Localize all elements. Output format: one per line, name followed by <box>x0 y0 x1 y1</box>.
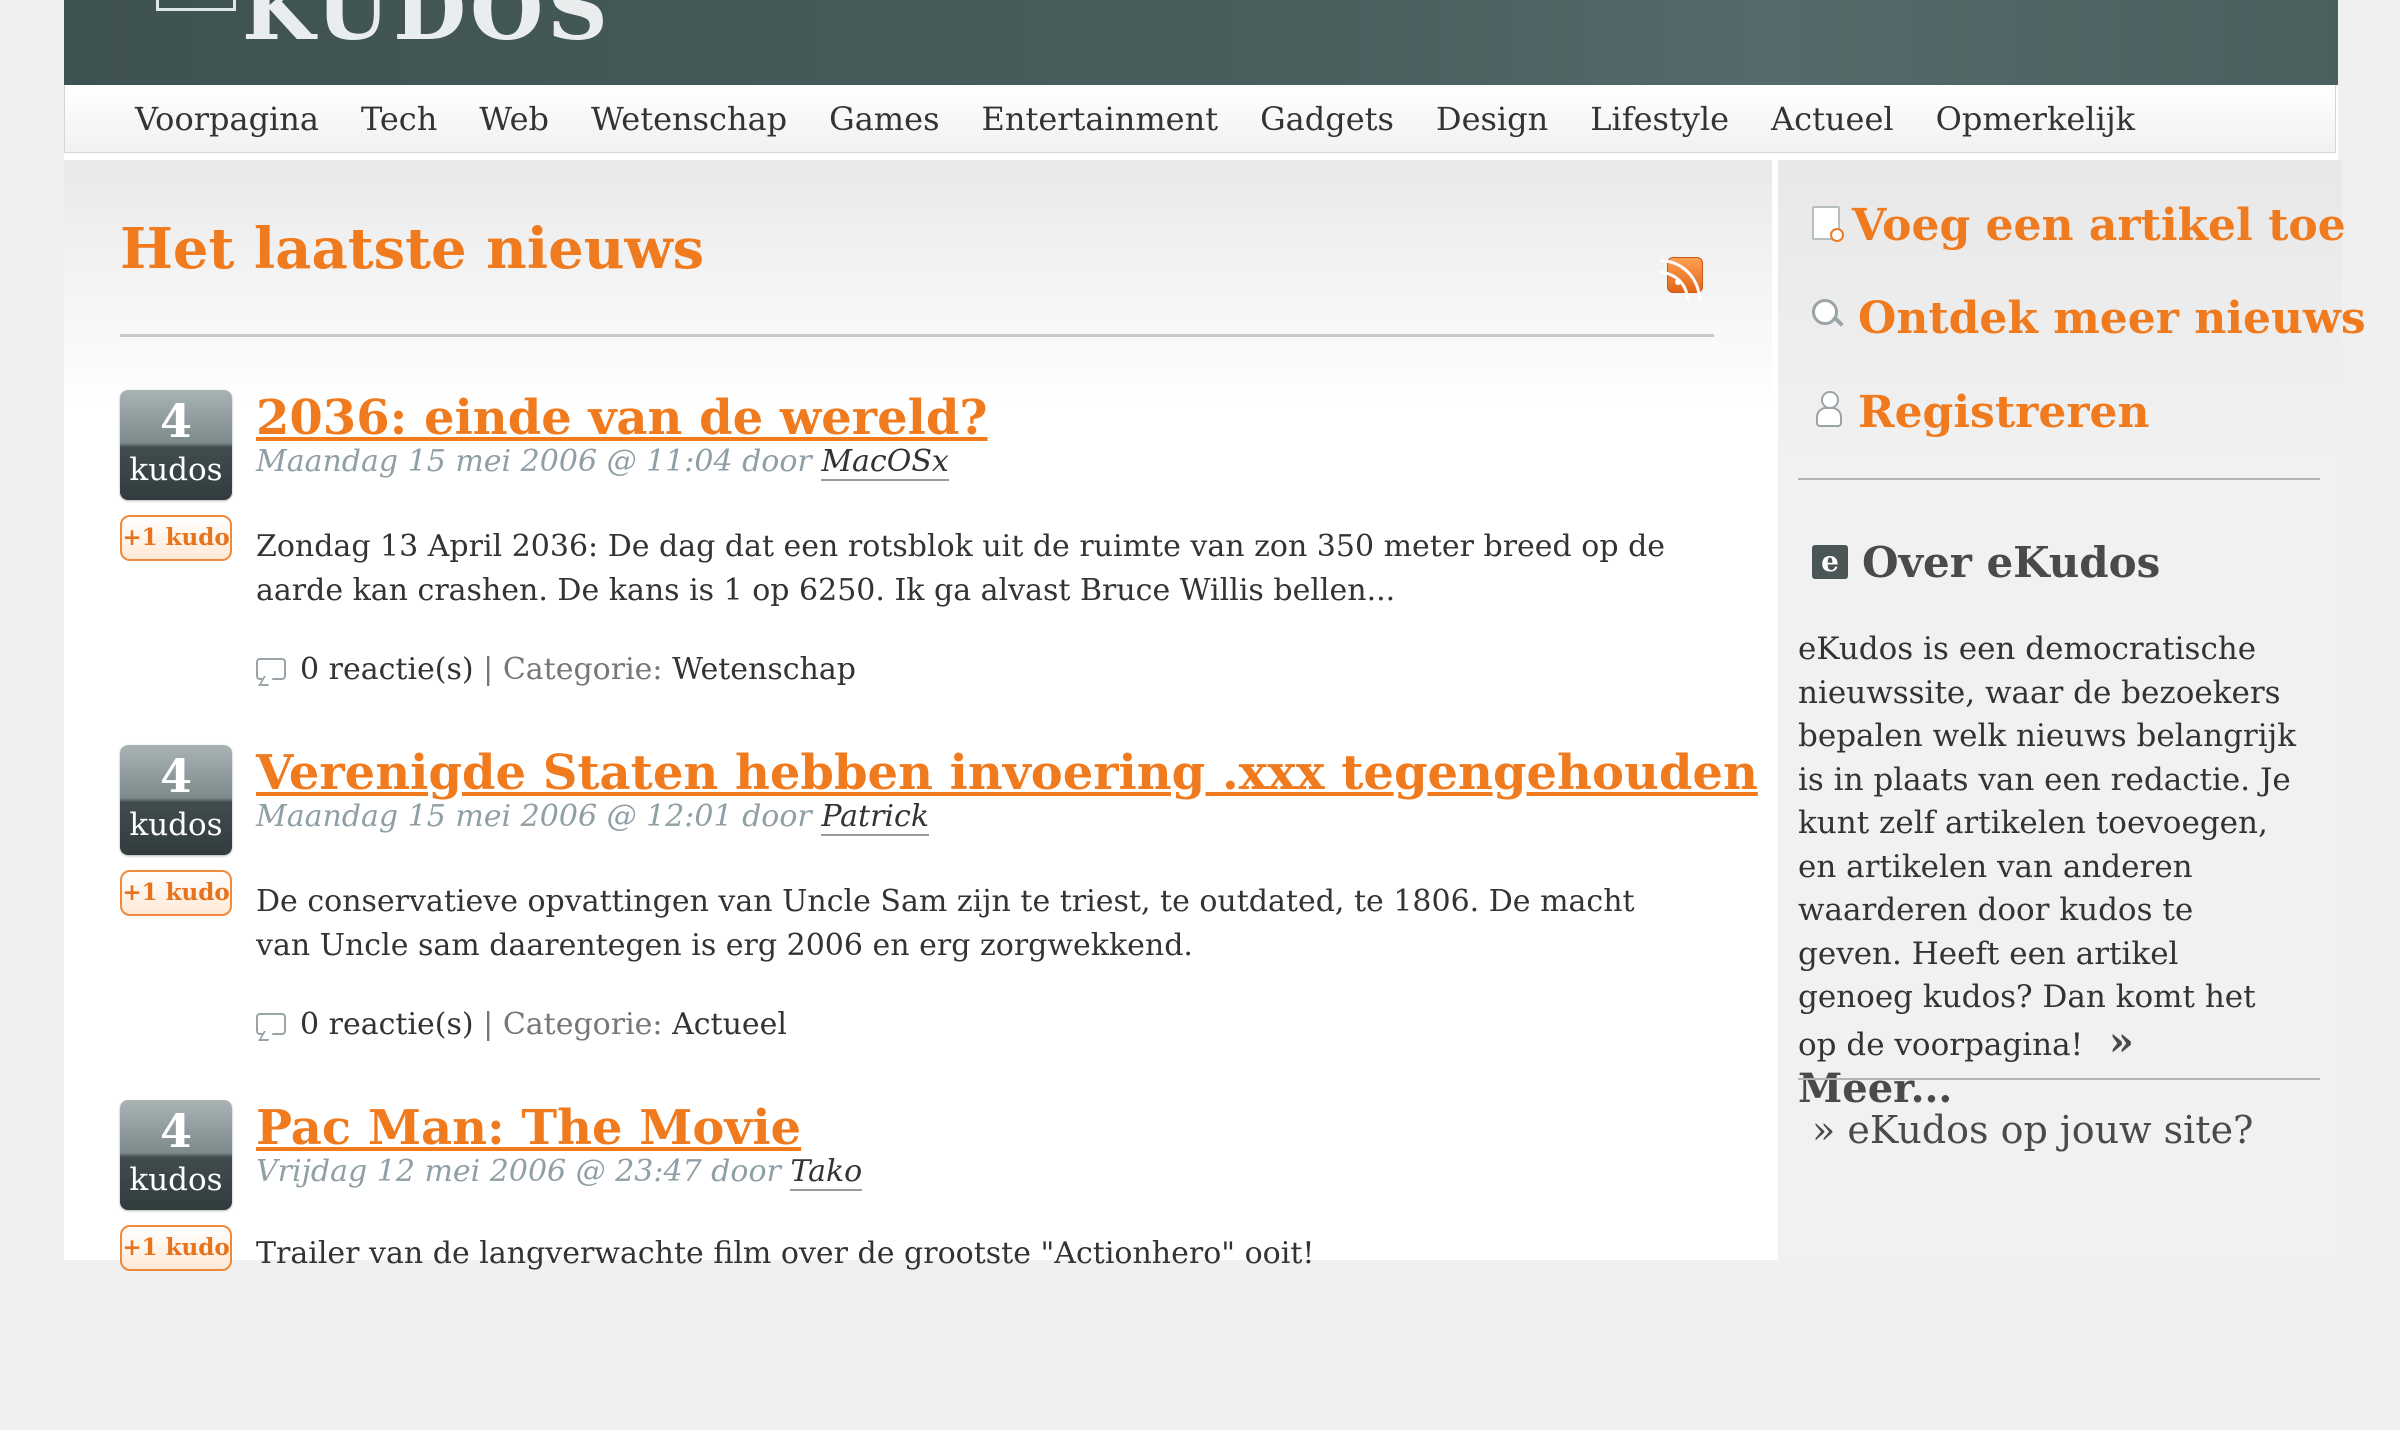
article-date: Vrijdag 12 mei 2006 @ 23:47 door <box>256 1154 781 1189</box>
article-author-link[interactable]: Tako <box>790 1154 863 1191</box>
article-summary: Zondag 13 April 2036: De dag dat een rot… <box>256 529 1666 608</box>
kudos-counter: 4 kudos <box>120 390 232 500</box>
discover-news-label: Ontdek meer nieuws <box>1858 293 2366 344</box>
site-logo[interactable]: KUDOS <box>242 0 612 59</box>
user-icon <box>1812 391 1846 427</box>
sidebar: Voeg een artikel toe Ontdek meer nieuws … <box>1774 160 2366 1260</box>
discover-news-link[interactable]: Ontdek meer nieuws <box>1812 293 2366 344</box>
sidebar-divider <box>1798 1078 2320 1080</box>
article-title-link[interactable]: 2036: einde van de wereld? <box>256 390 988 446</box>
category-label: | Categorie: <box>483 1007 663 1042</box>
nav-item-entertainment[interactable]: Entertainment <box>981 100 1218 138</box>
page: KUDOS Voorpagina Tech Web Wetenschap Gam… <box>64 0 2366 1271</box>
nav-item-voorpagina[interactable]: Voorpagina <box>135 100 319 138</box>
article-author-link[interactable]: Patrick <box>821 799 930 836</box>
article-title-link[interactable]: Verenigde Staten hebben invoering .xxx t… <box>256 745 1758 801</box>
nav-item-games[interactable]: Games <box>829 100 939 138</box>
about-heading: e Over eKudos <box>1812 538 2160 587</box>
nav-item-gadgets[interactable]: Gadgets <box>1260 100 1394 138</box>
about-title: Over eKudos <box>1862 538 2161 587</box>
kudos-counter: 4 kudos <box>120 745 232 855</box>
category-label: | Categorie: <box>483 652 663 687</box>
add-article-link[interactable]: Voeg een artikel toe <box>1812 200 2346 251</box>
site-banner: KUDOS <box>64 0 2338 85</box>
nav-item-actueel[interactable]: Actueel <box>1771 100 1894 138</box>
about-description: eKudos is een democratische nieuwssite, … <box>1798 631 2297 1063</box>
sidebar-divider <box>1798 478 2320 480</box>
article-meta: Maandag 15 mei 2006 @ 11:04 door MacOSx <box>256 444 949 481</box>
article-summary: Trailer van de langverwachte film over d… <box>256 1236 1315 1271</box>
nav-item-design[interactable]: Design <box>1436 100 1548 138</box>
nav-item-opmerkelijk[interactable]: Opmerkelijk <box>1936 100 2135 138</box>
article-footer: 0 reactie(s) | Categorie: Actueel <box>256 1007 787 1042</box>
nav-item-web[interactable]: Web <box>479 100 549 138</box>
nav-item-lifestyle[interactable]: Lifestyle <box>1590 100 1729 138</box>
nav-item-wetenschap[interactable]: Wetenschap <box>591 100 787 138</box>
category-link[interactable]: Actueel <box>672 1007 787 1042</box>
nav-item-tech[interactable]: Tech <box>361 100 437 138</box>
add-kudo-button[interactable]: +1 kudo <box>120 515 232 561</box>
article-footer: 0 reactie(s) | Categorie: Wetenschap <box>256 652 856 687</box>
search-icon <box>1812 297 1846 333</box>
rss-feed-icon[interactable] <box>1660 257 1703 300</box>
document-add-icon <box>1812 206 1844 242</box>
register-label: Registreren <box>1858 387 2150 438</box>
main-content: Het laatste nieuws 4 kudos +1 kudo 2036:… <box>64 160 1772 1271</box>
kudos-label: kudos <box>129 1162 223 1198</box>
article-author-link[interactable]: MacOSx <box>821 444 949 481</box>
kudos-label: kudos <box>129 452 223 488</box>
add-kudo-button[interactable]: +1 kudo <box>120 870 232 916</box>
comment-icon <box>256 1013 286 1035</box>
register-link[interactable]: Registreren <box>1812 387 2149 438</box>
about-text: eKudos is een democratische nieuwssite, … <box>1798 628 2298 1115</box>
kudos-count: 4 <box>159 394 192 448</box>
add-kudo-button[interactable]: +1 kudo <box>120 1225 232 1271</box>
article-item: 4 kudos +1 kudo Verenigde Staten hebben … <box>120 745 1758 1075</box>
ekudos-on-your-site-link[interactable]: » eKudos op jouw site? <box>1812 1108 2253 1152</box>
kudos-counter: 4 kudos <box>120 1100 232 1210</box>
add-article-label: Voeg een artikel toe <box>1852 200 2346 251</box>
main-nav: Voorpagina Tech Web Wetenschap Games Ent… <box>64 85 2336 153</box>
title-divider <box>120 334 1714 337</box>
comments-link[interactable]: 0 reactie(s) <box>300 1007 474 1042</box>
article-meta: Maandag 15 mei 2006 @ 12:01 door Patrick <box>256 799 930 836</box>
comments-link[interactable]: 0 reactie(s) <box>300 652 474 687</box>
article-meta: Vrijdag 12 mei 2006 @ 23:47 door Tako <box>256 1154 863 1191</box>
ekudos-logo-icon: e <box>1812 545 1848 579</box>
article-title-link[interactable]: Pac Man: The Movie <box>256 1100 801 1156</box>
comment-icon <box>256 658 286 680</box>
kudos-count: 4 <box>159 749 192 803</box>
article-date: Maandag 15 mei 2006 @ 12:01 door <box>256 799 812 834</box>
kudos-label: kudos <box>129 807 223 843</box>
article-summary: De conservatieve opvattingen van Uncle S… <box>256 884 1635 963</box>
category-link[interactable]: Wetenschap <box>672 652 856 687</box>
page-title: Het laatste nieuws <box>120 216 705 282</box>
article-item: 4 kudos +1 kudo 2036: einde van de werel… <box>120 390 1700 720</box>
article-item: 4 kudos +1 kudo Pac Man: The Movie Vrijd… <box>120 1100 1700 1430</box>
logo-mark <box>156 0 236 11</box>
kudos-count: 4 <box>159 1104 192 1158</box>
article-date: Maandag 15 mei 2006 @ 11:04 door <box>256 444 812 479</box>
